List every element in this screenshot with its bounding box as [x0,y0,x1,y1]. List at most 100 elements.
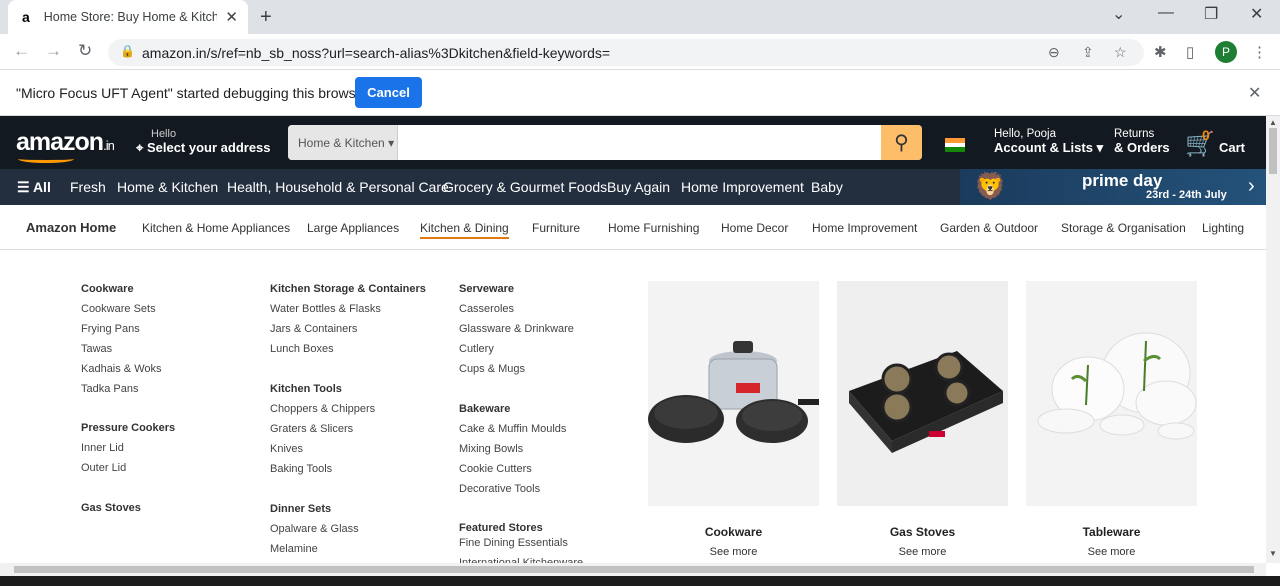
nav-item-buy-again[interactable]: Buy Again [607,179,670,195]
new-tab-icon[interactable]: + [260,6,272,29]
address-bar[interactable]: 🔒 amazon.in/s/ref=nb_sb_noss?url=search-… [108,39,1144,66]
see-more-link[interactable]: See more [648,546,819,558]
menu-heading[interactable]: Pressure Cookers [81,421,261,435]
prime-day-banner[interactable]: 🦁 prime day 23rd - 24th July › [960,169,1266,205]
menu-link[interactable]: Cutlery [459,342,639,356]
scroll-thumb[interactable] [14,566,1254,573]
cart-button[interactable]: 🛒 0 Cart [1185,127,1245,159]
menu-heading[interactable]: Serveware [459,282,639,296]
amazon-logo[interactable]: amazon.in [16,128,115,157]
cancel-debug-button[interactable]: Cancel [355,77,422,108]
close-infobar-icon[interactable]: ✕ [1248,83,1261,103]
menu-link[interactable]: Fine Dining Essentials [459,536,639,550]
share-icon[interactable]: ⇪ [1082,44,1094,61]
menu-link[interactable]: Baking Tools [270,462,450,476]
search-category-dropdown[interactable]: Home & Kitchen ▾ [288,125,398,160]
menu-link[interactable]: Jars & Containers [270,322,450,336]
close-tab-icon[interactable]: ✕ [225,8,238,26]
tab-search-icon[interactable]: ⌄ [1112,4,1125,24]
menu-link[interactable]: Knives [270,442,450,456]
menu-heading[interactable]: Kitchen Tools [270,382,450,396]
scroll-up-icon[interactable]: ▲ [1269,118,1277,127]
nav-item-fresh[interactable]: Fresh [70,179,106,195]
menu-link[interactable]: Choppers & Chippers [270,402,450,416]
chevron-right-icon[interactable]: › [1248,175,1255,198]
cookware-image[interactable] [648,281,819,506]
menu-kebab-icon[interactable]: ⋮ [1252,43,1267,61]
scroll-down-icon[interactable]: ▼ [1269,549,1277,558]
close-window-icon[interactable]: ✕ [1250,4,1263,24]
category-card-tableware[interactable]: Tableware See more [1026,281,1197,558]
profile-avatar[interactable]: P [1215,41,1237,63]
side-panel-icon[interactable]: ▯ [1186,43,1194,61]
subnav-item[interactable]: Lighting [1202,221,1244,235]
india-flag-icon[interactable] [945,138,965,152]
menu-link[interactable]: Casseroles [459,302,639,316]
menu-link[interactable]: Tadka Pans [81,382,261,396]
menu-link[interactable]: Kadhais & Woks [81,362,261,376]
returns-orders[interactable]: Returns & Orders [1114,128,1170,155]
menu-link[interactable]: Glassware & Drinkware [459,322,639,336]
subnav-item[interactable]: Storage & Organisation [1061,221,1186,235]
subnav-item[interactable]: Large Appliances [307,221,399,235]
nav-item-grocery[interactable]: Grocery & Gourmet Foods [443,179,607,195]
nav-item-home-kitchen[interactable]: Home & Kitchen [117,179,218,195]
subnav-item[interactable]: Home Decor [721,221,788,235]
subnav-item[interactable]: Home Furnishing [608,221,699,235]
search-submit-button[interactable]: ⚲ [881,125,922,160]
menu-link[interactable]: Frying Pans [81,322,261,336]
zoom-icon[interactable]: ⊖ [1048,44,1060,61]
account-lists[interactable]: Hello, Pooja Account & Lists ▾ [994,128,1103,156]
browser-tab[interactable]: a Home Store: Buy Home & Kitchen ✕ [8,0,248,34]
category-card-cookware[interactable]: Cookware See more [648,281,819,558]
extensions-icon[interactable]: ✱ [1154,43,1167,61]
subnav-item[interactable]: Home Improvement [812,221,917,235]
menu-heading[interactable]: Cookware [81,282,261,296]
vertical-scrollbar[interactable]: ▲ ▼ [1266,116,1280,563]
horizontal-scrollbar[interactable] [0,563,1266,576]
menu-link[interactable]: Cookie Cutters [459,462,639,476]
menu-heading[interactable]: Dinner Sets [270,502,450,516]
menu-heading[interactable]: Kitchen Storage & Containers [270,282,450,296]
nav-item-home-improvement[interactable]: Home Improvement [681,179,804,195]
minimize-icon[interactable]: — [1158,4,1174,22]
menu-link[interactable]: Inner Lid [81,441,261,455]
subnav-item[interactable]: Garden & Outdoor [940,221,1038,235]
menu-link[interactable]: Cookware Sets [81,302,261,316]
gas-stove-image[interactable] [837,281,1008,506]
menu-link[interactable]: Tawas [81,342,261,356]
nav-item-baby[interactable]: Baby [811,179,843,195]
menu-heading[interactable]: Gas Stoves [81,501,261,515]
all-label: All [32,179,51,195]
amazon-home-brand[interactable]: Amazon Home [26,220,116,235]
lock-icon[interactable]: 🔒 [120,44,135,58]
subnav-item[interactable]: Furniture [532,221,580,235]
menu-link[interactable]: Outer Lid [81,461,261,475]
menu-link[interactable]: Mixing Bowls [459,442,639,456]
scroll-thumb[interactable] [1269,128,1277,174]
forward-icon[interactable]: → [45,41,62,61]
deliver-address[interactable]: Hello ⌖ Select your address [136,128,271,156]
nav-item-health[interactable]: Health, Household & Personal Care [227,179,449,195]
tableware-image[interactable] [1026,281,1197,506]
all-menu-button[interactable]: ☰ All [17,179,51,196]
menu-link[interactable]: Opalware & Glass [270,522,450,536]
menu-heading[interactable]: Bakeware [459,402,639,416]
menu-link[interactable]: Decorative Tools [459,482,639,496]
bookmark-star-icon[interactable]: ☆ [1114,44,1127,61]
menu-heading[interactable]: Featured Stores [459,521,639,535]
menu-link[interactable]: Water Bottles & Flasks [270,302,450,316]
reload-icon[interactable]: ↻ [78,41,92,61]
menu-link[interactable]: Lunch Boxes [270,342,450,356]
see-more-link[interactable]: See more [1026,546,1197,558]
restore-icon[interactable]: ❐ [1204,4,1218,24]
menu-link[interactable]: Cups & Mugs [459,362,639,376]
category-card-gas-stoves[interactable]: Gas Stoves See more [837,281,1008,558]
menu-link[interactable]: Melamine [270,542,450,556]
menu-link[interactable]: Cake & Muffin Moulds [459,422,639,436]
menu-link[interactable]: Graters & Slicers [270,422,450,436]
back-icon[interactable]: ← [13,41,30,61]
subnav-item[interactable]: Kitchen & Home Appliances [142,221,290,235]
subnav-item-active[interactable]: Kitchen & Dining [420,221,509,239]
see-more-link[interactable]: See more [837,546,1008,558]
